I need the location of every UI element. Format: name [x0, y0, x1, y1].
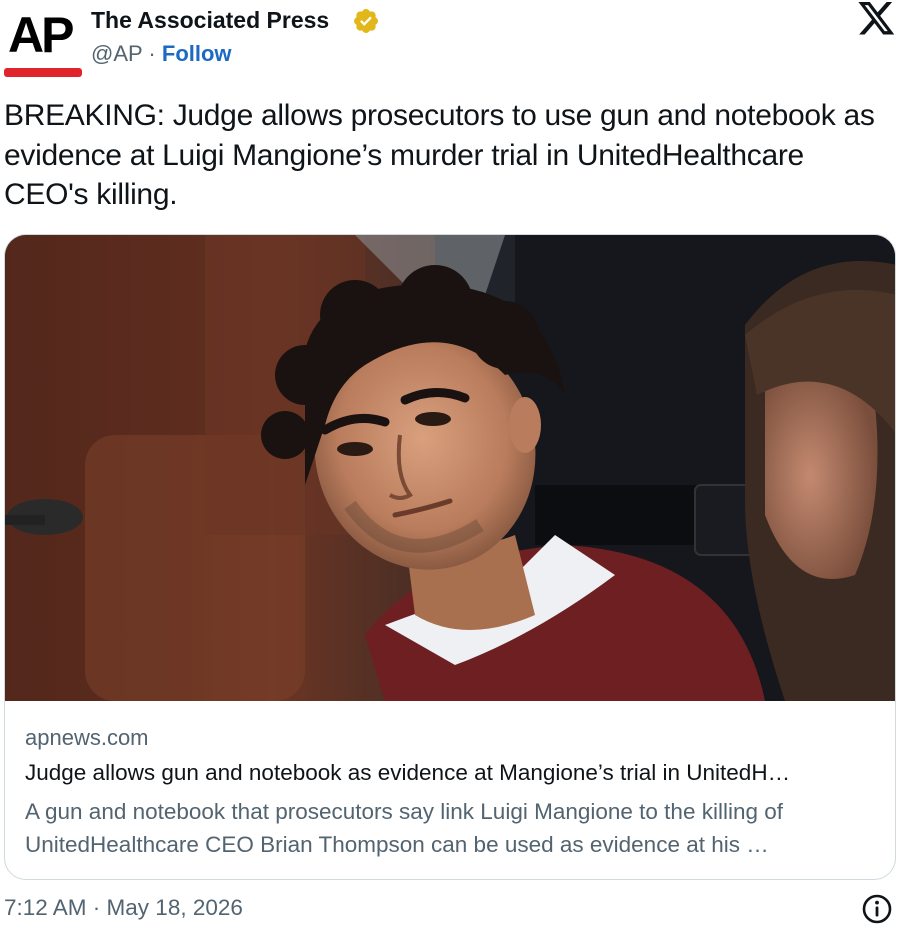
card-title[interactable]: Judge allows gun and notebook as evidenc…: [25, 760, 885, 786]
author-name[interactable]: The Associated Press: [91, 6, 329, 34]
courtroom-photo: [5, 235, 895, 701]
card-description: A gun and notebook that prosecutors say …: [25, 799, 783, 857]
follow-button[interactable]: Follow: [162, 41, 232, 66]
avatar-red-bar: [4, 68, 82, 77]
handle-row: @AP · Follow: [91, 40, 232, 68]
avatar[interactable]: AP: [4, 6, 84, 77]
info-icon[interactable]: [861, 893, 893, 925]
author-handle[interactable]: @AP: [91, 41, 142, 66]
card-image[interactable]: [5, 235, 895, 701]
tweet-text: BREAKING: Judge allows prosecutors to us…: [4, 99, 875, 211]
card-domain: apnews.com: [25, 725, 149, 750]
link-card[interactable]: apnews.com Judge allows gun and notebook…: [4, 234, 896, 880]
tweet-timestamp[interactable]: 7:12 AM · May 18, 2026: [4, 895, 243, 921]
tweet-header: AP The Associated Press @AP · Follow: [0, 0, 904, 80]
separator-dot: ·: [148, 41, 156, 66]
x-logo-icon[interactable]: [858, 2, 896, 36]
verified-badge-icon: [354, 9, 378, 33]
avatar-logo-text: AP: [8, 7, 74, 63]
